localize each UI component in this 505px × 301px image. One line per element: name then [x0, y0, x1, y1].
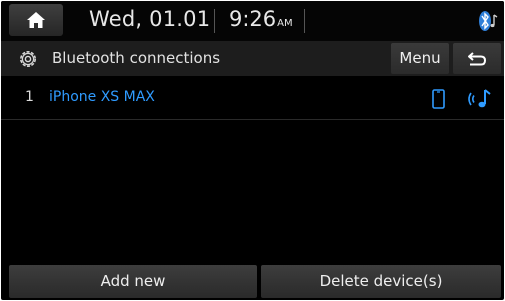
bluetooth-music-icon	[479, 11, 498, 31]
status-bar: Wed, 01.01 9:26AM	[1, 1, 504, 41]
divider	[214, 9, 215, 33]
gear-icon	[20, 51, 36, 67]
divider	[304, 9, 305, 33]
screen: Wed, 01.01 9:26AM Bluetooth connections …	[1, 1, 504, 300]
add-new-button[interactable]: Add new	[9, 265, 257, 298]
device-index: 1	[25, 89, 34, 105]
back-button[interactable]	[453, 43, 501, 74]
title-bar: Bluetooth connections Menu	[1, 41, 504, 76]
bluetooth-audio-icon[interactable]	[465, 87, 495, 111]
menu-button[interactable]: Menu	[391, 43, 449, 74]
time-value: 9:26	[229, 7, 277, 31]
device-name: iPhone XS MAX	[49, 89, 155, 105]
date-label: Wed, 01.01	[89, 7, 211, 31]
phone-icon[interactable]	[432, 89, 445, 109]
delete-devices-button[interactable]: Delete device(s)	[261, 265, 501, 298]
home-button[interactable]	[9, 4, 63, 36]
device-list-item[interactable]: 1 iPhone XS MAX	[1, 78, 504, 120]
ampm-label: AM	[277, 18, 293, 29]
page-title: Bluetooth connections	[52, 49, 221, 67]
time-label: 9:26AM	[229, 7, 293, 31]
back-arrow-icon	[468, 51, 487, 65]
home-icon	[27, 12, 45, 28]
